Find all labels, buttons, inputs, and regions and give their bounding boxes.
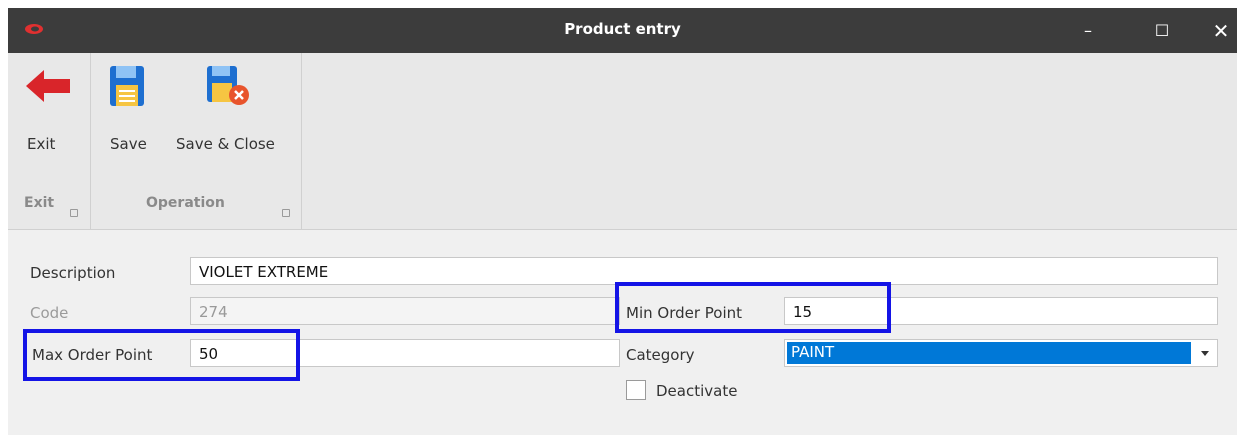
minimize-button[interactable]: – bbox=[1065, 8, 1111, 53]
product-entry-window: Product entry – ☐ ✕ Exit Exit Save Save … bbox=[8, 8, 1237, 435]
exit-group-launcher-icon[interactable] bbox=[70, 209, 78, 217]
save-button-label: Save bbox=[110, 135, 147, 153]
code-field: 274 bbox=[190, 297, 620, 325]
window-title: Product entry bbox=[564, 20, 681, 38]
save-button[interactable]: Save bbox=[96, 53, 158, 178]
deactivate-checkbox[interactable] bbox=[626, 380, 646, 400]
chevron-down-icon[interactable] bbox=[1201, 351, 1209, 356]
ribbon-toolbar: Exit Exit Save Save & Close Operation bbox=[8, 53, 1237, 230]
save-close-icon bbox=[207, 66, 249, 105]
code-label: Code bbox=[30, 304, 69, 322]
ribbon-group-divider bbox=[90, 53, 91, 229]
operation-group-launcher-icon[interactable] bbox=[282, 209, 290, 217]
deactivate-label: Deactivate bbox=[656, 382, 738, 400]
save-icon bbox=[110, 66, 144, 106]
maximize-button[interactable]: ☐ bbox=[1139, 8, 1185, 53]
title-bar: Product entry – ☐ ✕ bbox=[8, 8, 1237, 53]
ribbon-group-divider bbox=[301, 53, 302, 229]
back-arrow-icon bbox=[26, 70, 70, 102]
category-label: Category bbox=[626, 346, 695, 364]
description-label: Description bbox=[30, 264, 116, 282]
product-form: Description VIOLET EXTREME Code 274 Min … bbox=[8, 230, 1237, 435]
category-selected-value: PAINT bbox=[787, 342, 1191, 364]
exit-button[interactable]: Exit bbox=[8, 53, 88, 178]
exit-button-label: Exit bbox=[27, 135, 56, 153]
highlight-box-max-order-point bbox=[23, 329, 300, 381]
group-label-operation: Operation bbox=[146, 195, 225, 211]
description-field[interactable]: VIOLET EXTREME bbox=[190, 257, 1218, 285]
category-select[interactable]: PAINT bbox=[784, 339, 1218, 367]
save-close-button[interactable]: Save & Close bbox=[168, 53, 294, 178]
highlight-box-min-order-point bbox=[615, 282, 891, 333]
close-button[interactable]: ✕ bbox=[1198, 8, 1237, 53]
save-close-button-label: Save & Close bbox=[176, 135, 275, 153]
group-label-exit: Exit bbox=[24, 195, 55, 211]
